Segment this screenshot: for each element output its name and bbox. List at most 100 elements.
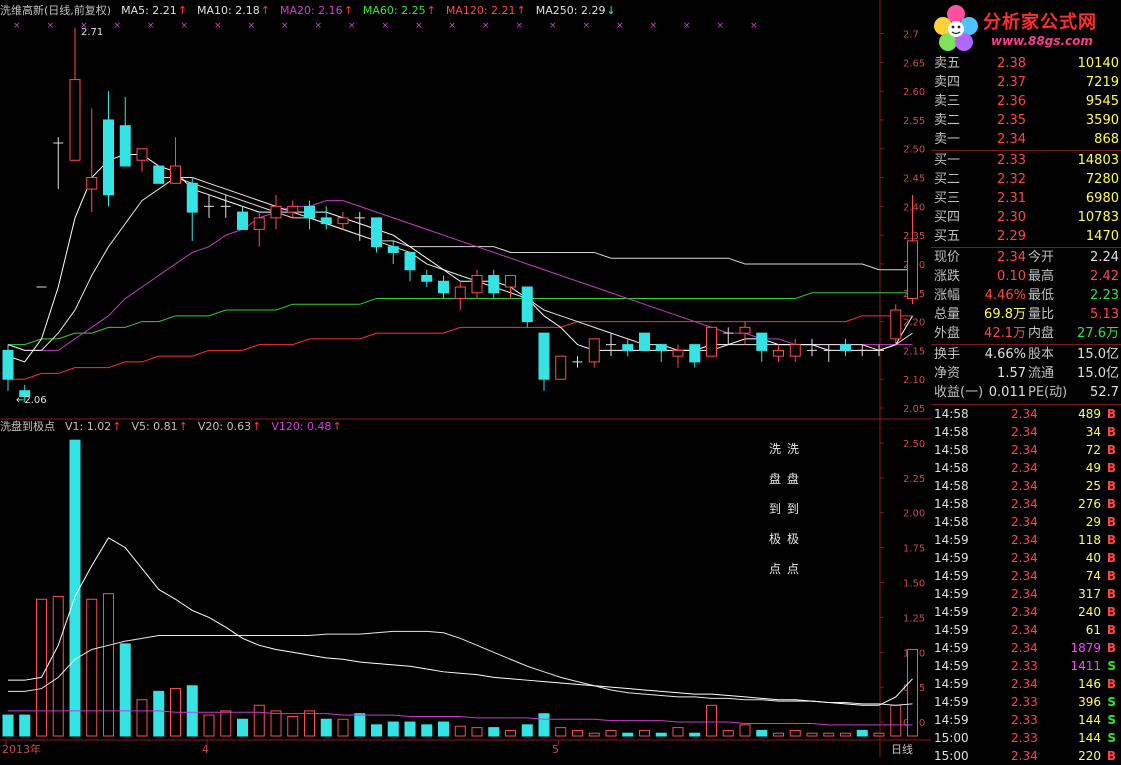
- volume-bar[interactable]: [672, 727, 684, 737]
- candle-body[interactable]: [337, 217, 349, 225]
- candle-body[interactable]: [371, 217, 382, 248]
- tick-row[interactable]: 14:59 2.34 118 B: [931, 531, 1121, 549]
- candle-body[interactable]: [454, 286, 466, 300]
- volume-bar[interactable]: [588, 732, 600, 737]
- tick-row[interactable]: 14:58 2.34 34 B: [931, 423, 1121, 441]
- volume-bar[interactable]: [136, 699, 148, 737]
- bid-row[interactable]: 买二 2.32 7280: [931, 170, 1121, 189]
- candle-body[interactable]: [789, 344, 801, 357]
- volume-bar[interactable]: [69, 439, 81, 737]
- volume-bar[interactable]: [2, 714, 14, 737]
- volume-bar[interactable]: [237, 718, 248, 737]
- candle-body[interactable]: [287, 205, 299, 213]
- tick-row[interactable]: 14:59 2.34 61 B: [931, 621, 1121, 639]
- volume-bar[interactable]: [789, 729, 801, 737]
- tick-row[interactable]: 14:58 2.34 25 B: [931, 477, 1121, 495]
- volume-bar[interactable]: [856, 729, 868, 737]
- candle-body[interactable]: [136, 148, 148, 161]
- volume-bar[interactable]: [220, 710, 232, 737]
- candle-body[interactable]: [672, 349, 684, 357]
- candle-body[interactable]: [153, 165, 165, 184]
- candle-body[interactable]: [773, 349, 784, 357]
- candle-body[interactable]: [69, 79, 81, 161]
- volume-bar[interactable]: [773, 732, 784, 737]
- volume-bar[interactable]: [253, 704, 265, 737]
- candle-body[interactable]: [756, 332, 768, 351]
- volume-bar[interactable]: [36, 598, 47, 737]
- candle-body[interactable]: [706, 326, 717, 357]
- volume-bar[interactable]: [756, 729, 768, 737]
- tick-row[interactable]: 15:00 2.33 144 S: [931, 729, 1121, 747]
- ask-row[interactable]: 卖三 2.36 9545: [931, 92, 1121, 111]
- tick-row[interactable]: 14:58 2.34 489 B: [931, 405, 1121, 423]
- volume-bar[interactable]: [722, 729, 734, 737]
- candle-body[interactable]: [421, 274, 433, 282]
- volume-bar[interactable]: [488, 727, 500, 737]
- period-button[interactable]: 日线: [891, 743, 913, 756]
- candle-body[interactable]: [907, 240, 918, 300]
- volume-bar[interactable]: [572, 729, 583, 737]
- tick-row[interactable]: 14:59 2.34 40 B: [931, 549, 1121, 567]
- bid-row[interactable]: 买五 2.29 1470: [931, 227, 1121, 246]
- candle-body[interactable]: [320, 217, 332, 225]
- candle-body[interactable]: [739, 326, 751, 334]
- volume-bar[interactable]: [823, 732, 835, 737]
- candle-body[interactable]: [840, 344, 851, 351]
- kline-chart[interactable]: 2.72.652.602.552.502.452.402.352.302.252…: [0, 0, 931, 757]
- bid-row[interactable]: 买三 2.31 6980: [931, 189, 1121, 208]
- tick-row[interactable]: 14:58 2.34 72 B: [931, 441, 1121, 459]
- volume-bar[interactable]: [840, 732, 851, 737]
- candle-body[interactable]: [237, 211, 248, 230]
- volume-bar[interactable]: [270, 710, 282, 737]
- volume-bar[interactable]: [689, 732, 701, 737]
- tick-row[interactable]: 14:59 2.34 146 B: [931, 675, 1121, 693]
- candle-body[interactable]: [555, 355, 567, 380]
- volume-bar[interactable]: [907, 648, 918, 737]
- volume-bar[interactable]: [371, 724, 382, 737]
- volume-bar[interactable]: [320, 718, 332, 737]
- volume-bar[interactable]: [304, 710, 315, 737]
- volume-bar[interactable]: [605, 729, 617, 737]
- volume-bar[interactable]: [203, 714, 215, 737]
- tick-row[interactable]: 14:58 2.34 276 B: [931, 495, 1121, 513]
- volume-bar[interactable]: [52, 595, 64, 737]
- tick-row[interactable]: 15:00 2.34 220 B: [931, 747, 1121, 765]
- candle-body[interactable]: [505, 274, 516, 288]
- volume-bar[interactable]: [639, 729, 650, 737]
- candle-body[interactable]: [253, 217, 265, 230]
- candle-body[interactable]: [119, 125, 131, 167]
- tick-row[interactable]: 14:59 2.34 240 B: [931, 603, 1121, 621]
- candle-body[interactable]: [270, 205, 282, 219]
- volume-bar[interactable]: [538, 713, 550, 737]
- tick-row[interactable]: 14:59 2.34 74 B: [931, 567, 1121, 585]
- ask-row[interactable]: 卖二 2.35 3590: [931, 111, 1121, 130]
- volume-bar[interactable]: [806, 732, 818, 737]
- tick-row[interactable]: 14:59 2.34 1879 B: [931, 639, 1121, 657]
- ask-row[interactable]: 卖四 2.37 7219: [931, 73, 1121, 92]
- volume-bar[interactable]: [454, 725, 466, 737]
- volume-bar[interactable]: [622, 732, 634, 737]
- volume-bar[interactable]: [153, 690, 165, 737]
- candle-body[interactable]: [2, 349, 14, 380]
- candle-body[interactable]: [186, 182, 198, 213]
- candle-body[interactable]: [86, 177, 98, 190]
- volume-bar[interactable]: [103, 593, 114, 737]
- volume-bar[interactable]: [555, 727, 567, 737]
- volume-bar[interactable]: [421, 724, 433, 737]
- tick-row[interactable]: 14:59 2.33 396 S: [931, 693, 1121, 711]
- tick-row[interactable]: 14:59 2.33 1411 S: [931, 657, 1121, 675]
- volume-bar[interactable]: [739, 724, 751, 737]
- volume-bar[interactable]: [19, 714, 31, 737]
- candle-body[interactable]: [689, 344, 701, 363]
- candle-body[interactable]: [387, 246, 399, 253]
- candle-body[interactable]: [639, 332, 650, 351]
- volume-bar[interactable]: [404, 721, 416, 737]
- bid-row[interactable]: 买四 2.30 10783: [931, 208, 1121, 227]
- volume-bar[interactable]: [521, 724, 533, 737]
- candle-body[interactable]: [304, 205, 315, 219]
- candle-body[interactable]: [170, 165, 181, 184]
- volume-bar[interactable]: [471, 727, 483, 737]
- candle-body[interactable]: [655, 344, 667, 351]
- volume-bar[interactable]: [873, 732, 885, 737]
- volume-bar[interactable]: [890, 704, 902, 737]
